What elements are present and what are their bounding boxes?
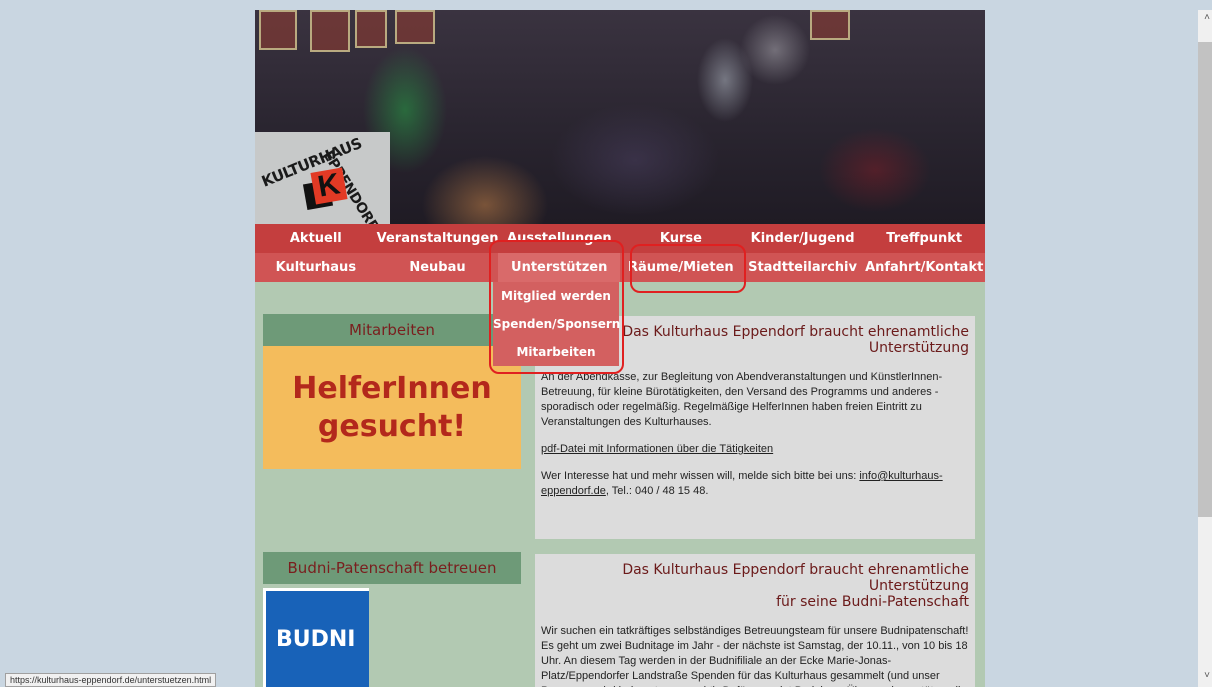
highlight-annotation <box>630 244 746 293</box>
budni-logo-text: BUDNI <box>276 627 356 652</box>
content-title-budni: Das Kulturhaus Eppendorf braucht ehrenam… <box>541 562 969 610</box>
nav-stadtteilarchiv[interactable]: Stadtteilarchiv <box>742 253 864 282</box>
helfer-banner-line2: gesucht! <box>317 409 467 444</box>
logo-k-mark: K <box>310 167 348 205</box>
content-box-budni: Das Kulturhaus Eppendorf braucht ehrenam… <box>535 554 975 687</box>
nav-kulturhaus[interactable]: Kulturhaus <box>255 253 377 282</box>
scrollbar-thumb[interactable] <box>1198 42 1212 517</box>
painting-frame <box>259 10 297 50</box>
nav-treffpunkt[interactable]: Treffpunkt <box>863 224 985 253</box>
nav-anfahrt-kontakt[interactable]: Anfahrt/Kontakt <box>863 253 985 282</box>
nav-veranstaltungen[interactable]: Veranstaltungen <box>377 224 499 253</box>
nav-neubau[interactable]: Neubau <box>377 253 499 282</box>
sidebar-heading-budni: Budni-Patenschaft betreuen <box>263 552 521 584</box>
helfer-banner-line1: HelferInnen <box>292 371 492 406</box>
highlight-annotation <box>489 240 624 374</box>
painting-frame <box>395 10 435 44</box>
content-title-line2: für seine Budni-Patenschaft <box>776 594 969 610</box>
header-photo: KULTURHAUS EPPENDORF K <box>255 10 985 224</box>
painting-frame <box>310 10 350 52</box>
budni-logo[interactable]: BUDNI <box>263 588 369 687</box>
painting-frame <box>810 10 850 40</box>
content-paragraph-budni: Wir suchen ein tatkräftiges selbständige… <box>541 625 969 687</box>
content-title-line1: Das Kulturhaus Eppendorf braucht ehrenam… <box>622 562 969 594</box>
helfer-banner[interactable]: HelferInnen gesucht! <box>263 346 521 469</box>
vertical-scrollbar[interactable]: ˄ ˅ <box>1198 10 1212 687</box>
contact-suffix: , Tel.: 040 / 48 15 48. <box>605 485 709 497</box>
scroll-up-icon[interactable]: ˄ <box>1204 12 1210 23</box>
sidebar-heading-mitarbeiten: Mitarbeiten <box>263 314 521 346</box>
status-bar-url: https://kulturhaus-eppendorf.de/unterstu… <box>5 673 217 687</box>
painting-frame <box>355 10 387 48</box>
page-container: KULTURHAUS EPPENDORF K Aktuell Veranstal… <box>255 10 985 687</box>
pdf-info-link[interactable]: pdf-Datei mit Informationen über die Tät… <box>541 443 773 455</box>
content-body: An der Abendkasse, zur Begleitung von Ab… <box>541 370 969 499</box>
scroll-down-icon[interactable]: ˅ <box>1204 670 1210 681</box>
nav-aktuell[interactable]: Aktuell <box>255 224 377 253</box>
contact-prefix: Wer Interesse hat und mehr wissen will, … <box>541 470 860 482</box>
nav-kinder-jugend[interactable]: Kinder/Jugend <box>742 224 864 253</box>
content-paragraph: An der Abendkasse, zur Begleitung von Ab… <box>541 371 943 428</box>
kulturhaus-logo[interactable]: KULTURHAUS EPPENDORF K <box>255 132 390 224</box>
contact-paragraph: Wer Interesse hat und mehr wissen will, … <box>541 469 969 499</box>
content-body-budni: Wir suchen ein tatkräftiges selbständige… <box>541 624 969 687</box>
